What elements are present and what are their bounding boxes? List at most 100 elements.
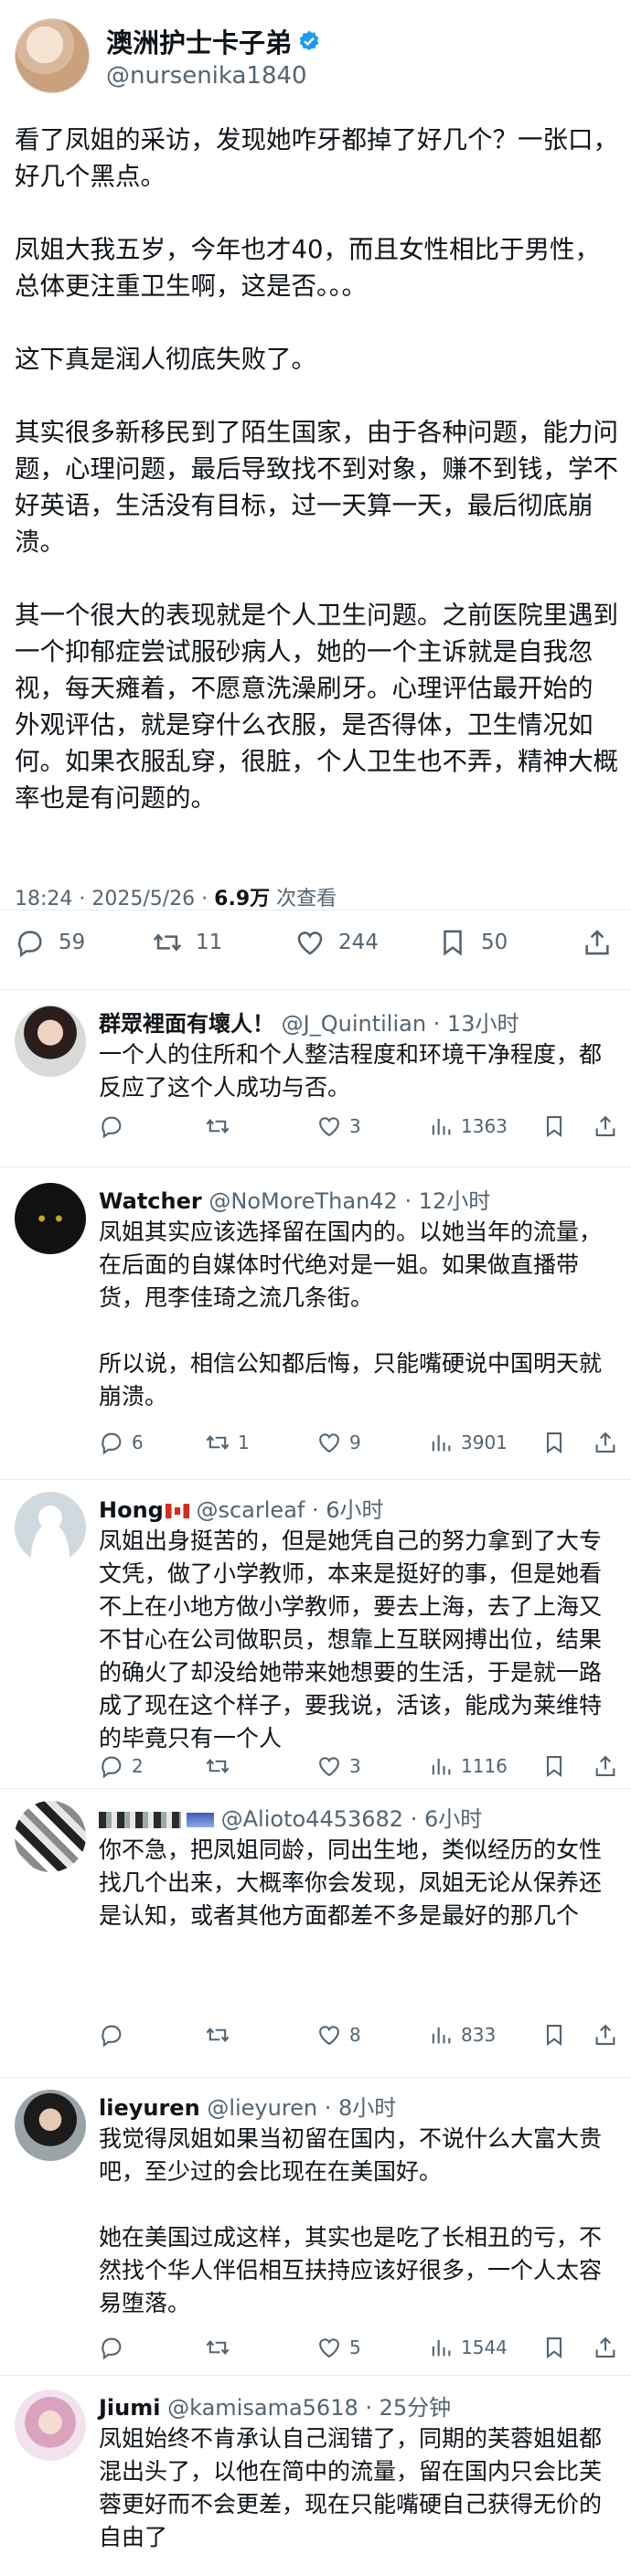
reply-paragraph: 凤姐其实应该选择留在国内的。以她当年的流量，在后面的自媒体时代绝对是一姐。如果做…: [99, 1219, 603, 1311]
reply-repost-button[interactable]: 1: [205, 1430, 250, 1455]
reply-view-count: 833: [461, 2024, 497, 2046]
author-handle[interactable]: @nursenika1840: [106, 62, 321, 90]
share-icon: [595, 1115, 615, 1136]
reply-author-name[interactable]: lieyuren: [99, 2095, 200, 2121]
reply-repost-button[interactable]: [205, 2335, 238, 2360]
like-button[interactable]: 244: [294, 927, 379, 958]
reply-like-button[interactable]: 9: [316, 1430, 361, 1455]
reply-button[interactable]: 59: [15, 927, 85, 958]
reply-bookmark-button[interactable]: [541, 1753, 567, 1779]
reply-reply-button[interactable]: [99, 2335, 132, 2360]
reply-item: lieyuren @lieyuren · 8小时 我觉得凤姐如果当初留在国内，不…: [0, 2090, 631, 2373]
reply-author-handle[interactable]: @NoMoreThan42 · 12小时: [209, 1188, 490, 1214]
views-icon: [432, 1434, 451, 1452]
reply-reply-button[interactable]: [99, 2022, 132, 2048]
author-name-row[interactable]: 澳洲护士卡子弟: [106, 22, 321, 60]
reply-author-name[interactable]: 群眾裡面有壞人！: [99, 1011, 274, 1037]
reply-repost-button[interactable]: [205, 1753, 238, 1779]
reply-bookmark-button[interactable]: [541, 1113, 567, 1139]
bookmark-icon: [546, 2025, 562, 2047]
reply-paragraph-gap: [99, 2188, 615, 2221]
reply-like-button[interactable]: 3: [316, 1753, 361, 1779]
reply-avatar[interactable]: [15, 1801, 86, 1872]
reply-share-button[interactable]: [593, 2022, 618, 2048]
repost-icon: [206, 1118, 230, 1134]
reply-like-count: 8: [349, 2024, 361, 2046]
reply-icon: [102, 1432, 122, 1455]
reply-item: Watcher @NoMoreThan42 · 12小时 凤姐其实应该选择留在国…: [0, 1183, 631, 1468]
reply-action-bar: 6 1 9 3901: [99, 1430, 618, 1466]
reply-author-handle[interactable]: @J_Quintilian · 13小时: [282, 1011, 519, 1037]
reply-reply-button[interactable]: [99, 1113, 132, 1139]
reply-share-button[interactable]: [593, 2335, 618, 2360]
reply-reply-count: 2: [132, 1755, 144, 1777]
share-button[interactable]: [582, 927, 613, 958]
reply-author-name[interactable]: Watcher: [99, 1188, 202, 1214]
reply-author-handle[interactable]: @scarleaf · 6小时: [196, 1497, 383, 1523]
reply-repost-button[interactable]: [205, 1113, 238, 1139]
reply-view-count: 3901: [461, 1432, 508, 1453]
reply-views-button[interactable]: 1116: [428, 1753, 508, 1779]
reply-like-button[interactable]: 8: [316, 2022, 361, 2048]
bookmark-icon: [546, 1116, 562, 1138]
reply-action-bar: 2 3 1116: [99, 1753, 618, 1790]
divider: [0, 1479, 631, 1480]
divider: [0, 2077, 631, 2078]
post-paragraph: 这下真是润人彻底失败了。: [15, 345, 316, 374]
reply-avatar[interactable]: [15, 2390, 86, 2461]
reply-views-button[interactable]: 833: [428, 2022, 496, 2048]
author-avatar[interactable]: [15, 18, 90, 93]
reply-reply-button[interactable]: 6: [99, 1430, 144, 1455]
repost-icon: [206, 2027, 230, 2043]
post-body: 看了凤姐的采访，发现她咋牙都掉了好几个？一张口，好几个黑点。 凤姐大我五岁，今年…: [15, 122, 618, 816]
reply-bookmark-button[interactable]: [541, 1430, 567, 1455]
reply-author-handle[interactable]: @Alioto4453682 · 6小时: [221, 1806, 483, 1832]
reply-share-button[interactable]: [593, 1430, 618, 1455]
post-time[interactable]: 18:24 · 2025/5/26 ·: [15, 888, 214, 910]
share-icon: [595, 1432, 615, 1453]
reply-repost-button[interactable]: [205, 2022, 238, 2048]
heart-icon: [319, 2338, 339, 2358]
reply-views-button[interactable]: 1363: [428, 1113, 508, 1139]
reply-paragraph: 所以说，相信公知都后悔，只能嘴硬说中国明天就崩溃。: [99, 1350, 603, 1410]
reply-item: 群眾裡面有壞人！ @J_Quintilian · 13小时 一个人的住所和个人整…: [0, 1006, 631, 1152]
reply-author-handle[interactable]: @lieyuren · 8小时: [207, 2095, 396, 2121]
views-icon: [432, 1758, 451, 1775]
reply-reply-button[interactable]: 2: [99, 1753, 144, 1779]
reply-avatar[interactable]: [15, 2090, 86, 2161]
repost-button[interactable]: 11: [152, 927, 222, 958]
reply-author-name[interactable]: Hong: [99, 1497, 164, 1523]
like-count: 244: [338, 931, 379, 954]
redacted-emoji-icon: [187, 1813, 214, 1827]
reply-icon: [102, 1756, 122, 1779]
heart-icon: [297, 931, 323, 955]
reply-text: 你不急，把凤姐同龄，同出生地，类似经历的女性找几个出来，大概率你会发现，凤姐无论…: [99, 1834, 615, 1932]
reply-share-button[interactable]: [593, 1753, 618, 1779]
reply-bookmark-button[interactable]: [541, 2022, 567, 2048]
reply-share-button[interactable]: [593, 1113, 618, 1139]
bookmark-count: 50: [481, 931, 508, 954]
share-icon: [595, 2024, 615, 2045]
reply-views-button[interactable]: 1544: [428, 2335, 508, 2360]
reply-paragraph: 凤姐出身挺苦的，但是她凭自己的努力拿到了大专文凭，做了小学教师，本来是挺好的事，…: [99, 1528, 603, 1751]
reply-reply-count: 6: [132, 1432, 144, 1453]
reply-like-count: 3: [349, 1755, 361, 1777]
bookmark-icon: [546, 2337, 562, 2359]
reply-item: Jiumi @kamisama5618 · 25分钟 凤姐始终不肯承认自己润错了…: [0, 2390, 631, 2576]
post-paragraph: 凤姐大我五岁，今年也才40，而且女性相比于男性，总体更注重卫生啊，这是否。。。: [15, 235, 600, 301]
reply-avatar[interactable]: [15, 1006, 86, 1077]
reply-like-button[interactable]: 5: [316, 2335, 361, 2360]
reply-like-button[interactable]: 3: [316, 1113, 361, 1139]
bookmark-icon: [444, 930, 462, 956]
reply-author-name[interactable]: Jiumi: [99, 2395, 160, 2421]
reply-views-button[interactable]: 3901: [428, 1430, 508, 1455]
reply-like-count: 5: [349, 2336, 361, 2358]
reply-author-handle[interactable]: @kamisama5618 · 25分钟: [167, 2395, 451, 2421]
post-timestamp: 18:24 · 2025/5/26 · 6.9万 次查看: [15, 882, 337, 911]
repost-icon: [206, 1758, 230, 1774]
reply-avatar[interactable]: [15, 1492, 86, 1563]
reply-avatar[interactable]: [15, 1183, 86, 1254]
author-name[interactable]: 澳洲护士卡子弟: [106, 22, 292, 60]
reply-bookmark-button[interactable]: [541, 2335, 567, 2360]
bookmark-button[interactable]: 50: [437, 927, 508, 958]
